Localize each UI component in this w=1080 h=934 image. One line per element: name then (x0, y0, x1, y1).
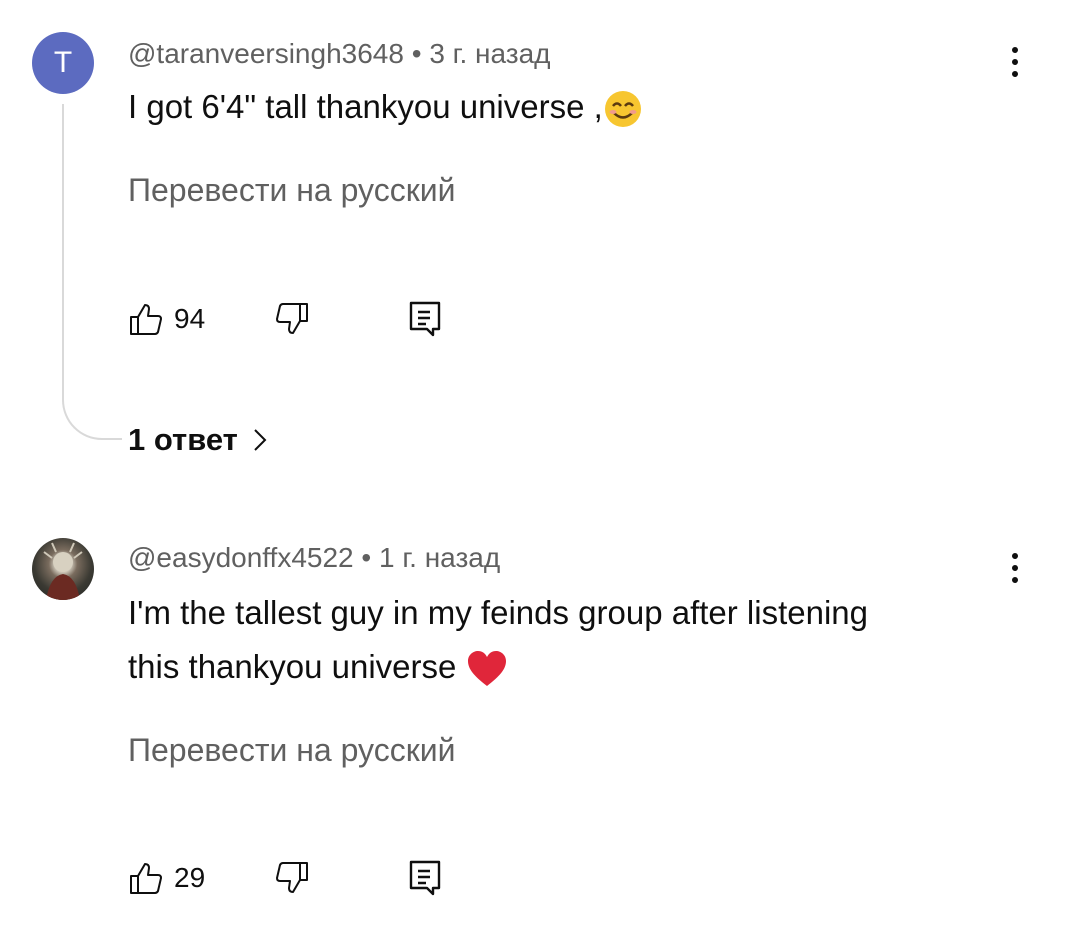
translate-link[interactable]: Перевести на русский (128, 732, 455, 769)
more-options-button[interactable] (1000, 42, 1030, 82)
comment-text: I'm the tallest guy in my feinds group a… (128, 586, 988, 694)
dot (1012, 565, 1018, 571)
dislike-button[interactable] (274, 297, 310, 341)
thumbs-up-icon (130, 304, 162, 335)
translate-link[interactable]: Перевести на русский (128, 172, 455, 209)
dot (1012, 553, 1018, 559)
reply-button[interactable] (408, 856, 442, 900)
author-name[interactable]: @taranveersingh3648 (128, 38, 404, 69)
comment-actions: 94 (128, 297, 468, 341)
replies-count-label: 1 ответ (128, 422, 238, 457)
thread-connector-line (62, 104, 122, 440)
comment-text-content: this thankyou universe (128, 648, 457, 685)
comment-text: I got 6'4" tall thankyou universe , (128, 80, 988, 134)
comment-text-content: I got 6'4" tall thankyou universe , (128, 88, 603, 125)
avatar[interactable]: T (32, 32, 94, 94)
thumbs-down-icon (276, 862, 308, 893)
timestamp: 1 г. назад (379, 542, 501, 573)
meta-separator: • (361, 542, 372, 573)
comment-text-line: I'm the tallest guy in my feinds group a… (128, 594, 869, 631)
avatar-letter: T (53, 46, 73, 79)
avatar-image (43, 542, 83, 600)
like-button[interactable]: 29 (128, 856, 205, 900)
like-count: 94 (174, 303, 206, 334)
thumbs-up-icon (130, 863, 162, 894)
meta-separator: • (411, 38, 422, 69)
chevron-right-icon (254, 429, 267, 451)
comment-meta: @taranveersingh3648 • 3 г. назад (128, 38, 551, 70)
smiling-face-icon (604, 91, 641, 128)
red-heart-icon (467, 651, 506, 687)
comment-actions: 29 (128, 856, 468, 900)
comment-text-line-2: this thankyou universe (128, 640, 988, 694)
comment-icon (409, 860, 441, 896)
dot (1012, 71, 1018, 77)
avatar[interactable] (32, 538, 94, 600)
dot (1012, 47, 1018, 53)
comment-meta: @easydonffx4522 • 1 г. назад (128, 542, 500, 574)
comment-icon (409, 301, 441, 337)
dot (1012, 577, 1018, 583)
dot (1012, 59, 1018, 65)
more-options-button[interactable] (1000, 548, 1030, 588)
reply-button[interactable] (408, 297, 442, 341)
view-replies-button[interactable]: 1 ответ (128, 422, 268, 458)
like-count: 29 (174, 862, 206, 893)
dislike-button[interactable] (274, 856, 310, 900)
author-name[interactable]: @easydonffx4522 (128, 542, 354, 573)
like-button[interactable]: 94 (128, 297, 205, 341)
thumbs-down-icon (276, 303, 308, 334)
timestamp: 3 г. назад (429, 38, 551, 69)
